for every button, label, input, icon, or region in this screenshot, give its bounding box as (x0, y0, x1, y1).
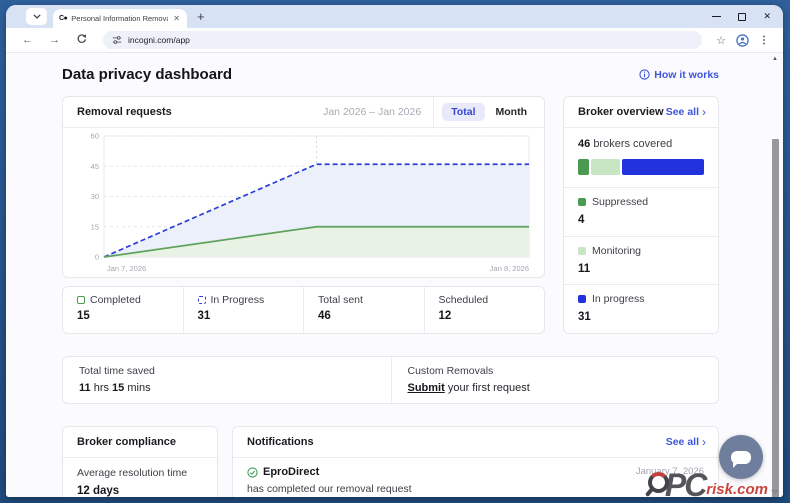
url-text: incogni.com/app (128, 35, 190, 45)
submit-link[interactable]: Submit (408, 382, 445, 394)
chevron-right-icon: › (702, 106, 706, 118)
date-range: Jan 2026 – Jan 2026 (323, 106, 433, 118)
reload-icon[interactable] (70, 33, 93, 47)
broker-overview-card: Broker overview See all› 46 brokers cove… (563, 96, 719, 334)
scrollbar-thumb[interactable] (772, 139, 779, 497)
browser-toolbar: ← → incogni.com/app ☆ ⋮ (6, 28, 783, 53)
scroll-up-icon[interactable]: ▲ (772, 56, 778, 62)
tab-search-button[interactable] (26, 8, 47, 25)
broker-see-all-link[interactable]: See all› (666, 106, 718, 118)
removal-requests-chart: 0 15 30 45 60 Jan 7, 2026 Jan 8, 2026 (63, 128, 544, 283)
svg-text:0: 0 (95, 253, 99, 262)
check-circle-icon (247, 467, 258, 478)
page-title: Data privacy dashboard (62, 66, 232, 83)
broker-compliance-card: Broker compliance Average resolution tim… (62, 426, 218, 497)
in-progress-swatch-icon (578, 295, 586, 303)
chevron-down-icon (33, 14, 41, 19)
new-tab-button[interactable]: + (197, 10, 205, 23)
incogni-favicon-icon: C● (59, 15, 67, 22)
notifications-title: Notifications (233, 436, 314, 448)
custom-removals: Custom Removals Submit your first reques… (391, 357, 719, 403)
browser-tab[interactable]: C● Personal Information Removal S ✕ (53, 9, 187, 28)
suppressed-swatch-icon (578, 198, 586, 206)
forward-icon[interactable]: → (43, 34, 66, 46)
svg-text:45: 45 (91, 162, 99, 171)
tab-close-icon[interactable]: ✕ (172, 14, 181, 23)
broker-stacked-bar (578, 159, 704, 175)
removal-requests-title: Removal requests (63, 106, 172, 118)
tab-strip: C● Personal Information Removal S ✕ + ✕ (6, 5, 783, 28)
notification-date: January 7, 2026 (636, 466, 704, 495)
chevron-right-icon: › (702, 436, 706, 448)
legend-monitoring: Monitoring 11 (564, 237, 718, 286)
toolbar-right: ☆ ⋮ (712, 34, 773, 47)
bar-segment-monitoring (591, 159, 620, 175)
chat-bubble-icon (731, 451, 751, 464)
completed-icon (77, 296, 85, 304)
notifications-card: Notifications See all› EproDirect has co… (232, 426, 719, 497)
in-progress-icon (198, 296, 206, 304)
back-icon[interactable]: ← (16, 34, 39, 46)
svg-text:60: 60 (91, 132, 99, 141)
area-chart: 0 15 30 45 60 Jan 7, 2026 Jan 8, 2026 (77, 129, 532, 277)
broker-overview-title: Broker overview (564, 106, 664, 118)
browser-window: C● Personal Information Removal S ✕ + ✕ … (6, 5, 783, 497)
bookmark-star-icon[interactable]: ☆ (716, 34, 726, 47)
stats-card: Completed 15 In Progress 31 Total sent 4… (62, 286, 545, 334)
desktop-background: C● Personal Information Removal S ✕ + ✕ … (0, 0, 790, 503)
profile-icon[interactable] (736, 34, 749, 47)
chat-widget-button[interactable] (719, 435, 763, 479)
site-settings-icon (112, 35, 122, 45)
stat-scheduled: Scheduled 12 (424, 287, 545, 333)
bar-segment-in-progress (622, 159, 704, 175)
total-time-saved: Total time saved 11 hrs 15 mins (63, 357, 391, 403)
notification-item[interactable]: EproDirect has completed our removal req… (233, 458, 718, 495)
period-toggle: Total Month (433, 97, 544, 127)
summary-card: Total time saved 11 hrs 15 mins Custom R… (62, 356, 719, 404)
maximize-button[interactable] (738, 13, 746, 21)
info-icon (639, 69, 650, 80)
stat-completed: Completed 15 (63, 287, 183, 333)
address-bar[interactable]: incogni.com/app (103, 31, 702, 49)
stat-in-progress: In Progress 31 (183, 287, 304, 333)
bar-segment-suppressed (578, 159, 589, 175)
toggle-total[interactable]: Total (442, 103, 484, 121)
menu-dots-icon[interactable]: ⋮ (759, 35, 769, 46)
legend-suppressed: Suppressed 4 (564, 188, 718, 237)
broker-compliance-title: Broker compliance (63, 436, 176, 448)
svg-text:Jan 7, 2026: Jan 7, 2026 (107, 264, 146, 273)
dashboard-page: Data privacy dashboard How it works Remo… (6, 53, 783, 497)
page-header: Data privacy dashboard How it works (62, 66, 719, 83)
svg-text:Jan 8, 2026: Jan 8, 2026 (490, 264, 529, 273)
stat-total-sent: Total sent 46 (303, 287, 424, 333)
notifications-see-all-link[interactable]: See all› (666, 436, 718, 448)
tab-title: Personal Information Removal S (71, 14, 168, 23)
close-button[interactable]: ✕ (763, 12, 771, 21)
svg-text:15: 15 (91, 222, 99, 231)
removal-requests-card: Removal requests Jan 2026 – Jan 2026 Tot… (62, 96, 545, 278)
minimize-button[interactable] (712, 16, 721, 17)
legend-in-progress: In progress 31 (564, 285, 718, 333)
how-it-works-link[interactable]: How it works (639, 69, 719, 81)
toggle-month[interactable]: Month (487, 103, 537, 121)
monitoring-swatch-icon (578, 247, 586, 255)
svg-text:30: 30 (91, 192, 99, 201)
brokers-covered-section: 46 brokers covered (564, 128, 718, 188)
window-controls: ✕ (712, 12, 771, 21)
page-scrollbar[interactable]: ▲ (770, 53, 781, 497)
